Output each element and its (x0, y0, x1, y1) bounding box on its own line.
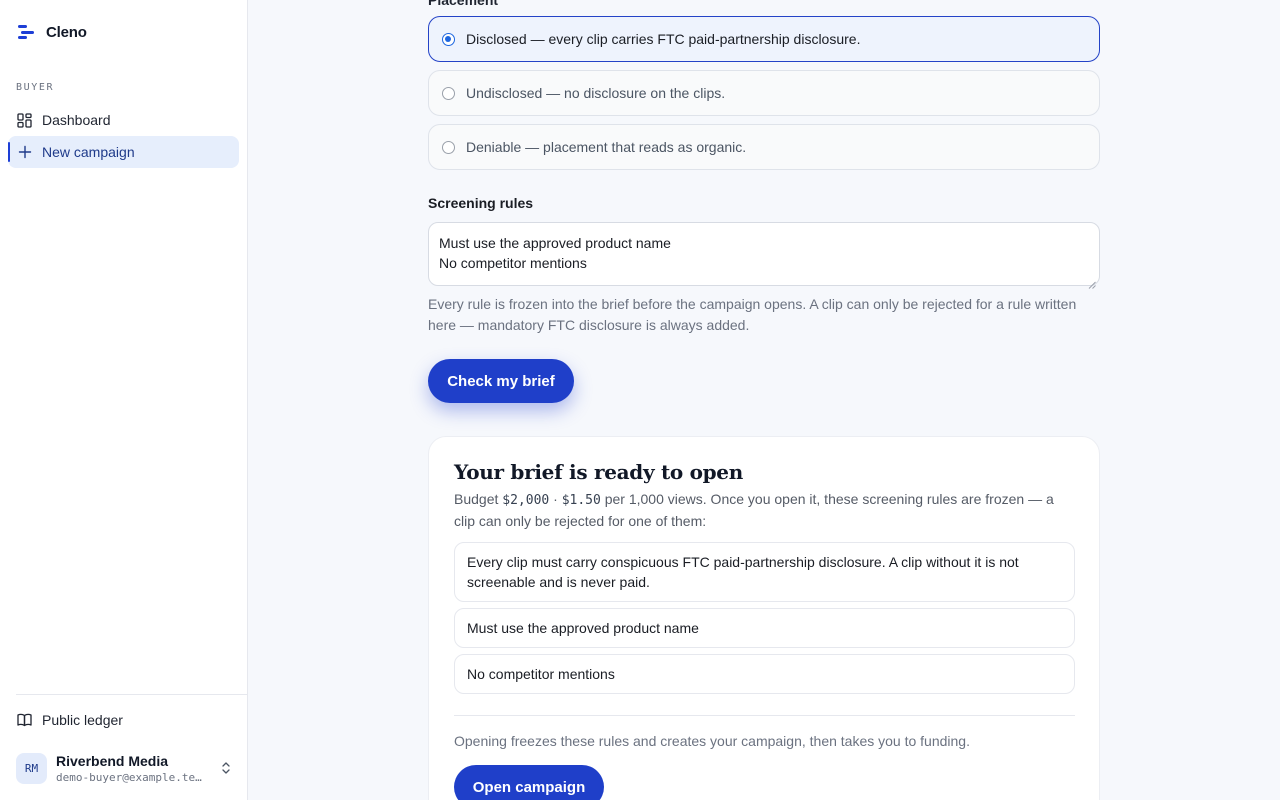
screening-rules-label: Screening rules (428, 195, 534, 211)
frozen-rule-item: Every clip must carry conspicuous FTC pa… (454, 542, 1075, 602)
radio-button[interactable] (442, 86, 455, 100)
divider (16, 694, 247, 695)
sidebar: Cleno BUYER Dashboard New campaign Publi… (0, 0, 248, 800)
user-email: demo-buyer@example.test (56, 770, 204, 784)
brief-ready-card: Your brief is ready to open Budget $2,00… (428, 436, 1100, 800)
rate-value: $1.50 (561, 493, 601, 508)
brand[interactable]: Cleno (18, 22, 87, 42)
book-open-icon (17, 713, 32, 728)
sidebar-item-dashboard[interactable]: Dashboard (8, 104, 239, 136)
avatar: RM (16, 752, 47, 784)
rule-line: No competitor mentions (439, 255, 587, 271)
plus-icon (17, 145, 32, 160)
section-label-buyer: BUYER (16, 82, 55, 93)
separator: · (549, 491, 562, 507)
radio-button[interactable] (442, 32, 455, 46)
sidebar-item-label: Public ledger (42, 712, 123, 728)
main-content: Placement Disclosed — every clip carries… (248, 0, 1280, 800)
placement-option-label: Disclosed — every clip carries FTC paid-… (466, 31, 861, 47)
dashboard-grid-icon (17, 112, 32, 128)
screening-help-text: Every rule is frozen into the brief befo… (428, 296, 1077, 333)
sidebar-item-label: Dashboard (42, 112, 111, 128)
open-campaign-note: Opening freezes these rules and creates … (454, 733, 970, 749)
budget-value: $2,000 (502, 493, 550, 508)
placement-option-disclosed[interactable]: Disclosed — every clip carries FTC paid-… (428, 16, 1100, 62)
resize-handle-icon[interactable] (1088, 274, 1096, 289)
check-brief-button[interactable]: Check my brief (428, 359, 574, 403)
brief-description: Budget $2,000 · $1.50 per 1,000 views. O… (454, 489, 1074, 532)
placement-option-label: Deniable — placement that reads as organ… (466, 139, 747, 155)
chevron-up-down-icon[interactable] (218, 758, 234, 778)
sidebar-item-new-campaign[interactable]: New campaign (8, 136, 239, 168)
placement-option-deniable[interactable]: Deniable — placement that reads as organ… (428, 124, 1100, 170)
cleno-logo-icon (18, 24, 34, 40)
brief-title: Your brief is ready to open (454, 460, 743, 484)
open-campaign-button[interactable]: Open campaign (454, 765, 604, 800)
placement-option-undisclosed[interactable]: Undisclosed — no disclosure on the clips… (428, 70, 1100, 116)
sidebar-item-public-ledger[interactable]: Public ledger (8, 704, 239, 736)
sidebar-item-label: New campaign (42, 144, 135, 160)
screening-rules-textarea[interactable]: Must use the approved product name No co… (428, 222, 1100, 289)
placement-label: Placement (428, 0, 499, 8)
rule-line: Must use the approved product name (439, 235, 671, 251)
radio-button[interactable] (442, 140, 455, 154)
brand-name: Cleno (46, 23, 87, 41)
divider (454, 715, 1075, 716)
user-info: Riverbend Media demo-buyer@example.test (56, 753, 209, 784)
frozen-rule-item: No competitor mentions (454, 654, 1075, 694)
account-switcher[interactable]: RM Riverbend Media demo-buyer@example.te… (16, 750, 234, 786)
frozen-rule-item: Must use the approved product name (454, 608, 1075, 648)
placement-option-label: Undisclosed — no disclosure on the clips… (466, 85, 726, 101)
user-name: Riverbend Media (56, 752, 169, 769)
brief-desc-prefix: Budget (454, 491, 503, 507)
